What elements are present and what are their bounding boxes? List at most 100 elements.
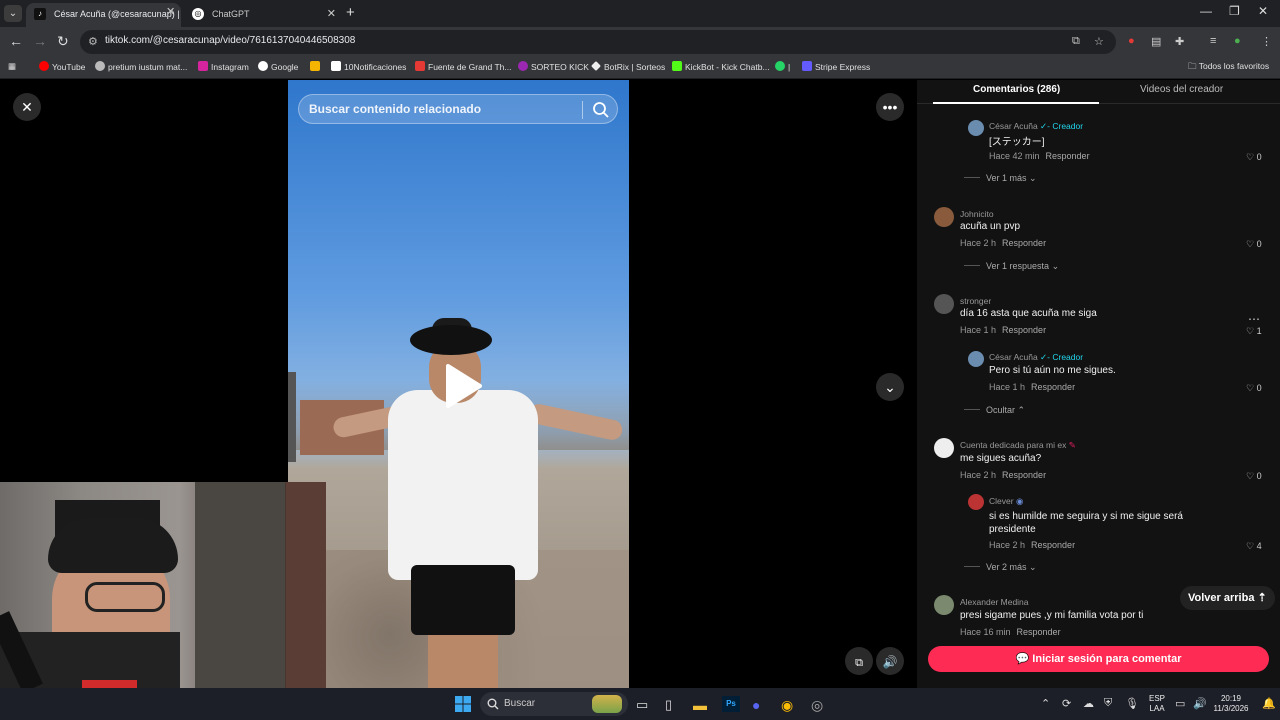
reply-button[interactable]: Responder [1002, 325, 1046, 335]
hide-replies[interactable]: Ocultar ⌃ [964, 405, 1025, 416]
taskbar-search[interactable]: Buscar [480, 692, 628, 716]
avatar[interactable] [934, 595, 954, 615]
new-tab-button[interactable]: + [346, 4, 355, 21]
related-search-input[interactable] [309, 102, 569, 116]
file-explorer-icon[interactable]: ▬ [693, 697, 707, 713]
media-control-icon[interactable]: ≡ [1210, 35, 1216, 47]
chrome-icon[interactable]: ◉ [781, 697, 793, 714]
tab-chatgpt[interactable]: ◎ ChatGPT ✕ [184, 3, 344, 27]
bookmark-stripe[interactable]: Stripe Express [802, 61, 870, 72]
site-info-icon[interactable]: ⚙ [88, 35, 98, 48]
commenter-name[interactable]: Alexander Medina [960, 597, 1029, 607]
clock[interactable]: 20:19 11/3/2026 [1210, 694, 1252, 714]
extension-card-icon[interactable]: ▤ [1151, 35, 1161, 48]
url-text[interactable]: tiktok.com/@cesaracunap/video/7616137040… [105, 35, 355, 46]
microphone-icon[interactable]: 🎙 [1125, 697, 1139, 710]
next-video-button[interactable]: ⌄ [876, 373, 904, 401]
like-button[interactable]: ♡ 0 [1246, 471, 1262, 482]
reply-button[interactable]: Responder [1031, 382, 1075, 392]
tab-search-icon[interactable]: ⌄ [4, 5, 22, 22]
commenter-name[interactable]: Johnicito [960, 209, 994, 219]
bookmark-star-icon[interactable]: ☆ [1094, 35, 1104, 48]
view-more-replies[interactable]: Ver 2 más ⌄ [964, 562, 1037, 573]
like-button[interactable]: ♡ 4 [1246, 541, 1262, 552]
tab-creator-videos[interactable]: Videos del creador [1140, 84, 1223, 95]
notifications-icon[interactable]: 🔔 [1262, 697, 1276, 710]
like-button[interactable]: ♡ 0 [1246, 383, 1262, 394]
photoshop-icon[interactable]: Ps [722, 696, 740, 712]
view-more-replies[interactable]: Ver 1 más ⌄ [964, 173, 1037, 184]
more-menu-icon[interactable]: ⋮ [1261, 35, 1272, 48]
commenter-name[interactable]: stronger [960, 296, 991, 306]
discord-icon[interactable]: ● [752, 697, 760, 713]
speaker-icon[interactable]: 🔊 [1193, 697, 1207, 710]
avatar[interactable] [968, 494, 984, 510]
close-tab-icon[interactable]: ✕ [327, 3, 336, 25]
comment-options-icon[interactable]: ⋯ [1248, 312, 1260, 326]
avatar[interactable] [968, 120, 984, 136]
commenter-name[interactable]: Cuenta dedicada para mi ex ✎ [960, 440, 1076, 451]
bookmark-youtube[interactable]: YouTube [39, 61, 85, 72]
volume-button[interactable]: 🔊 [876, 647, 904, 675]
display-icon[interactable]: ▭ [1175, 697, 1185, 710]
more-options-button[interactable]: ••• [876, 93, 904, 121]
like-button[interactable]: ♡ 1 [1246, 326, 1262, 337]
extension-record-icon[interactable]: ● [1128, 35, 1135, 47]
play-icon[interactable] [444, 364, 484, 408]
reply-button[interactable]: Responder [1002, 470, 1046, 480]
commenter-name[interactable]: César Acuña ✓- Creador [989, 121, 1083, 132]
back-to-top-button[interactable]: Volver arriba ⇡ [1180, 586, 1275, 610]
avatar[interactable] [968, 351, 984, 367]
bookmark-pretium[interactable]: pretium iustum mat... [95, 61, 187, 72]
bookmark-grand-theft[interactable]: Fuente de Grand Th... [415, 61, 511, 72]
bookmark-kickbot[interactable]: KickBot - Kick Chatb... [672, 61, 770, 72]
forward-arrow-icon[interactable]: → [33, 33, 47, 49]
restore-button[interactable]: ❐ [1229, 4, 1240, 18]
cloud-icon[interactable]: ☁ [1083, 697, 1094, 710]
bookmark-pinwheel[interactable] [310, 61, 323, 72]
extensions-puzzle-icon[interactable]: ✚ [1175, 35, 1184, 48]
bookmark-instagram[interactable]: Instagram [198, 61, 249, 72]
avatar[interactable] [934, 207, 954, 227]
all-bookmarks[interactable]: 🗀 Todos los favoritos [1188, 61, 1269, 75]
profile-avatar-icon[interactable]: ● [1234, 35, 1241, 47]
reload-icon[interactable]: ↻ [57, 33, 69, 50]
reply-button[interactable]: Responder [1002, 238, 1046, 248]
like-button[interactable]: ♡ 0 [1246, 239, 1262, 250]
like-button[interactable]: ♡ 0 [1246, 152, 1262, 163]
sync-icon[interactable]: ⟳ [1062, 697, 1071, 710]
chevron-up-icon[interactable]: ⌃ [1041, 697, 1050, 710]
search-icon[interactable] [592, 101, 610, 119]
reply-button[interactable]: Responder [1017, 627, 1061, 637]
app-icon[interactable]: ▯ [665, 697, 672, 713]
tab-tiktok[interactable]: ♪ César Acuña (@cesaracunap) | T [26, 3, 181, 27]
security-icon[interactable]: ⛨ [1104, 697, 1112, 710]
apps-grid-icon[interactable]: ▦ [8, 61, 16, 72]
language-indicator[interactable]: ESP LAA [1146, 694, 1168, 714]
bookmark-botrix[interactable]: BotRix | Sorteos [591, 61, 665, 72]
task-view-icon[interactable]: ▭ [636, 697, 648, 713]
minimize-button[interactable]: — [1200, 4, 1212, 18]
close-video-button[interactable]: ✕ [13, 93, 41, 121]
address-bar[interactable]: ⚙ tiktok.com/@cesaracunap/video/76161370… [80, 30, 1116, 54]
back-arrow-icon[interactable]: ← [9, 33, 23, 49]
app-icon[interactable]: ◎ [811, 697, 823, 714]
bookmark-whatsapp[interactable]: | [775, 61, 790, 72]
commenter-name[interactable]: César Acuña ✓- Creador [989, 352, 1083, 363]
commenter-name[interactable]: Clever ◉ [989, 496, 1023, 507]
avatar[interactable] [934, 294, 954, 314]
bookmark-10notificaciones[interactable]: 10Notificaciones [331, 61, 406, 72]
reply-button[interactable]: Responder [1046, 151, 1090, 161]
reply-button[interactable]: Responder [1031, 540, 1075, 550]
floating-player-button[interactable]: ⧉ [845, 647, 873, 675]
tab-comments[interactable]: Comentarios (286) [973, 84, 1060, 95]
install-app-icon[interactable]: ⧉ [1072, 35, 1080, 48]
close-window-button[interactable]: ✕ [1258, 4, 1268, 18]
close-tab-icon[interactable]: ✕ [166, 5, 175, 18]
login-to-comment-button[interactable]: 💬 Iniciar sesión para comentar [928, 646, 1269, 672]
view-replies[interactable]: Ver 1 respuesta ⌄ [964, 261, 1059, 272]
windows-start-icon[interactable] [455, 696, 471, 712]
avatar[interactable] [934, 438, 954, 458]
bookmark-sorteo-kick[interactable]: SORTEO KICK [518, 61, 589, 72]
bookmark-google[interactable]: Google [258, 61, 298, 72]
